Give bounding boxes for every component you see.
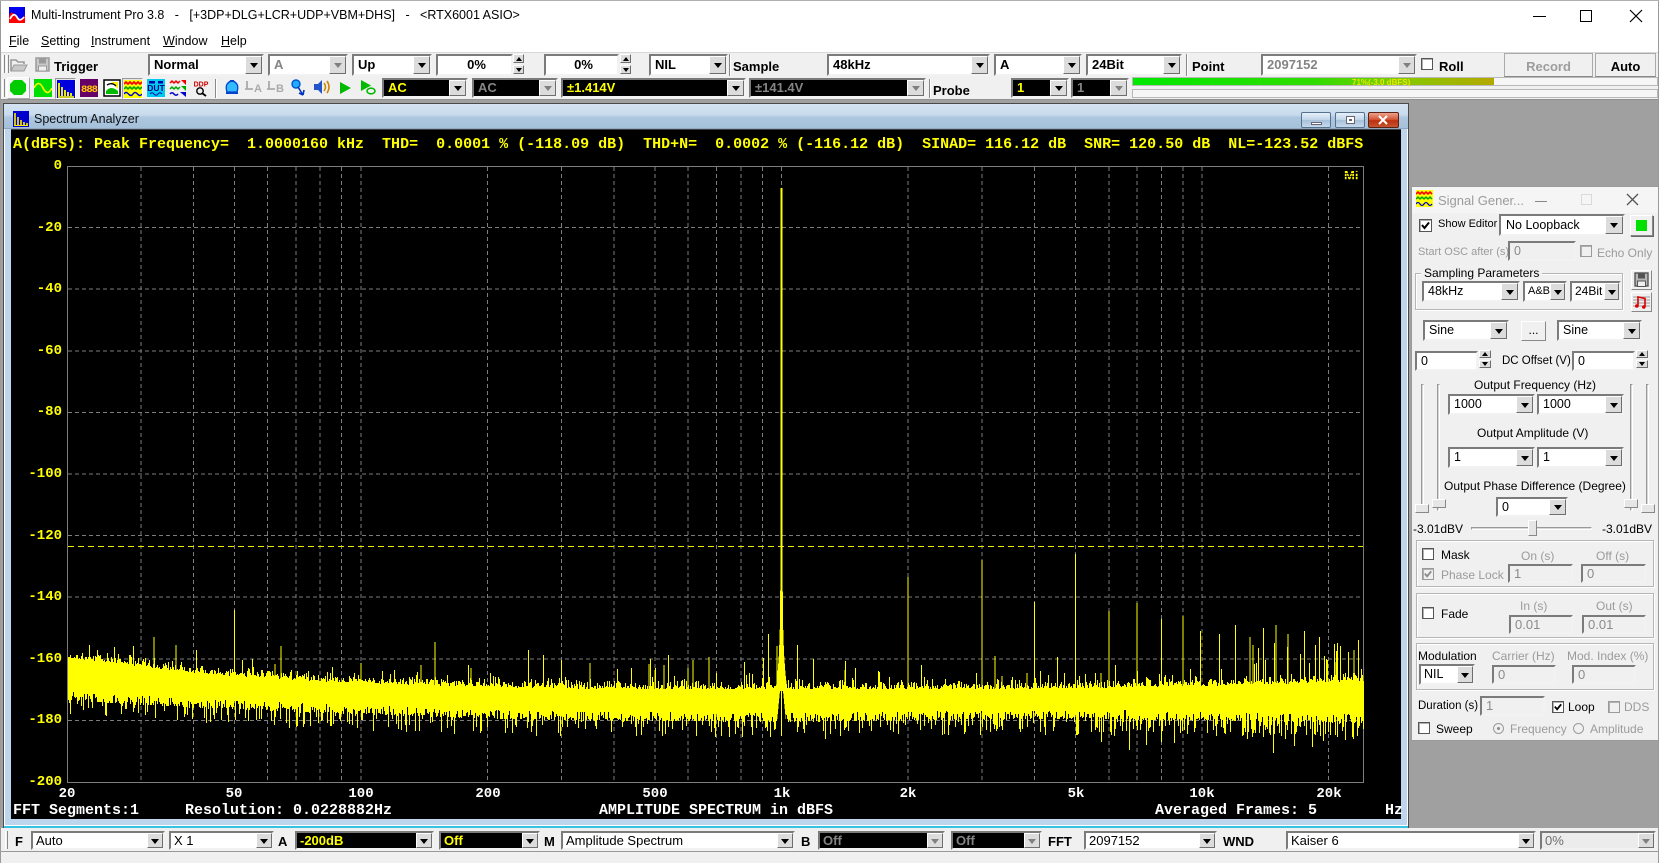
svg-text:888: 888: [81, 84, 98, 96]
svg-text:A: A: [254, 83, 262, 95]
svg-text:B: B: [276, 83, 284, 95]
svg-text:DUT: DUT: [147, 83, 165, 93]
